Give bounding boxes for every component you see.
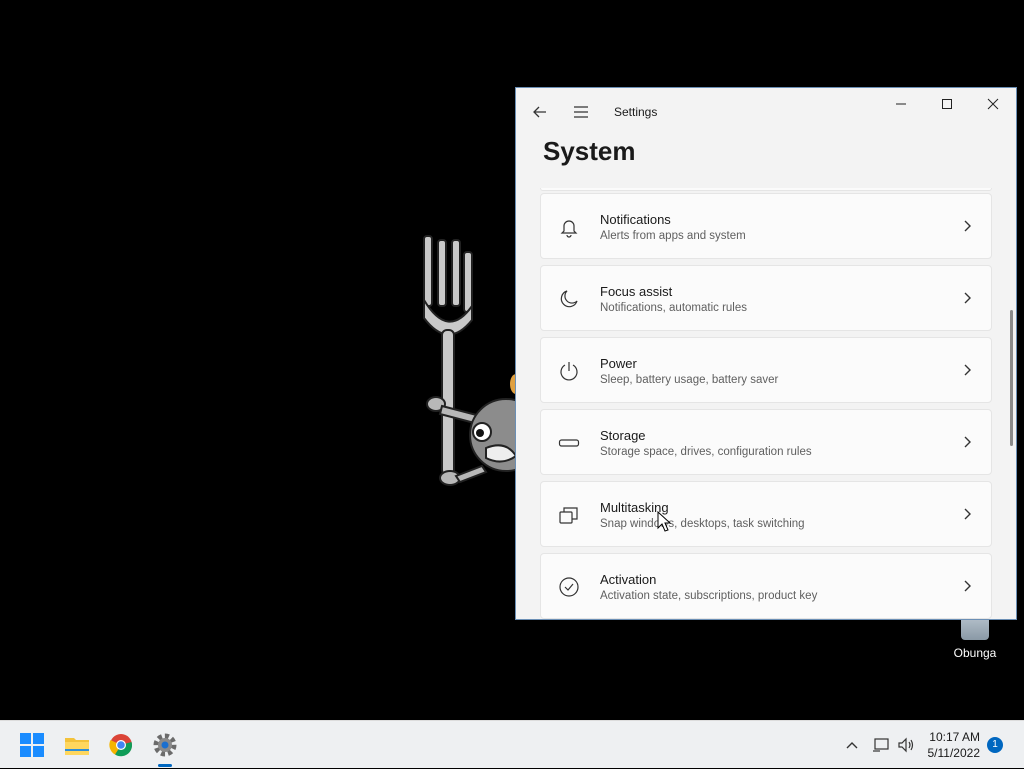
notification-badge[interactable]: 1 bbox=[987, 737, 1003, 753]
settings-item-multitasking[interactable]: Multitasking Snap windows, desktops, tas… bbox=[540, 481, 992, 547]
chevron-right-icon bbox=[964, 220, 971, 232]
chevron-right-icon bbox=[964, 436, 971, 448]
tray-overflow-button[interactable] bbox=[844, 721, 860, 769]
list-item-partial[interactable] bbox=[540, 188, 992, 191]
start-button[interactable] bbox=[16, 729, 48, 761]
settings-item-title: Focus assist bbox=[600, 284, 673, 299]
maximize-button[interactable] bbox=[924, 88, 970, 120]
start-icon bbox=[20, 733, 44, 757]
settings-item-description: Activation state, subscriptions, product… bbox=[600, 590, 818, 602]
taskbar-chrome[interactable] bbox=[105, 729, 137, 761]
hamburger-menu-icon[interactable] bbox=[571, 102, 591, 122]
storage-icon bbox=[558, 439, 580, 447]
settings-item-focus-assist[interactable]: Focus assist Notifications, automatic ru… bbox=[540, 265, 992, 331]
page-title: System bbox=[543, 136, 636, 166]
settings-list: Notifications Alerts from apps and syste… bbox=[540, 188, 992, 619]
settings-item-title: Power bbox=[600, 356, 637, 371]
settings-item-description: Sleep, battery usage, battery saver bbox=[600, 374, 779, 386]
settings-item-storage[interactable]: Storage Storage space, drives, configura… bbox=[540, 409, 992, 475]
settings-item-description: Alerts from apps and system bbox=[600, 230, 746, 242]
chevron-right-icon bbox=[964, 508, 971, 520]
taskbar-file-explorer[interactable] bbox=[61, 729, 93, 761]
network-button[interactable] bbox=[872, 721, 890, 769]
title-bar[interactable]: Settings bbox=[516, 88, 1016, 136]
multitasking-icon bbox=[559, 507, 578, 524]
file-explorer-icon bbox=[65, 738, 89, 755]
settings-item-description: Snap windows, desktops, task switching bbox=[600, 518, 805, 530]
settings-item-description: Notifications, automatic rules bbox=[600, 302, 748, 314]
minimize-icon bbox=[896, 103, 906, 105]
settings-window[interactable]: Settings System Notifications Alerts fro… bbox=[515, 87, 1017, 620]
settings-icon bbox=[153, 733, 177, 757]
chrome-icon bbox=[109, 734, 133, 757]
settings-item-notifications[interactable]: Notifications Alerts from apps and syste… bbox=[540, 193, 992, 259]
volume-button[interactable] bbox=[897, 721, 915, 769]
network-icon bbox=[873, 738, 889, 752]
clock-time: 10:17 AM bbox=[929, 730, 980, 744]
check-circle-icon bbox=[559, 577, 579, 597]
taskbar-settings[interactable] bbox=[149, 729, 181, 767]
bell-icon bbox=[560, 220, 578, 238]
taskbar-clock[interactable]: 10:17 AM 5/11/2022 bbox=[928, 729, 981, 761]
desktop-wallpaper-character bbox=[423, 235, 520, 486]
back-arrow-icon[interactable] bbox=[530, 102, 550, 122]
settings-item-description: Storage space, drives, configuration rul… bbox=[600, 446, 812, 458]
chevron-right-icon bbox=[964, 364, 971, 376]
settings-item-title: Activation bbox=[600, 572, 657, 587]
chevron-right-icon bbox=[964, 580, 971, 592]
desktop-icon-obunga[interactable]: Obunga bbox=[944, 616, 1006, 660]
clock-date: 5/11/2022 bbox=[927, 746, 981, 760]
power-icon bbox=[560, 362, 578, 381]
settings-item-title: Notifications bbox=[600, 212, 671, 227]
mouse-cursor-icon bbox=[657, 511, 671, 532]
chevron-right-icon bbox=[964, 292, 971, 304]
window-title: Settings bbox=[614, 105, 658, 119]
desktop-icon-label: Obunga bbox=[953, 646, 997, 660]
settings-item-activation[interactable]: Activation Activation state, subscriptio… bbox=[540, 553, 992, 619]
close-icon bbox=[987, 98, 999, 110]
minimize-button[interactable] bbox=[878, 88, 924, 120]
settings-item-power[interactable]: Power Sleep, battery usage, battery save… bbox=[540, 337, 992, 403]
chevron-up-icon bbox=[846, 742, 858, 749]
maximize-icon bbox=[942, 99, 952, 109]
settings-item-title: Storage bbox=[600, 428, 646, 443]
taskbar: 10:17 AM 5/11/2022 1 bbox=[0, 720, 1024, 768]
close-button[interactable] bbox=[970, 88, 1016, 120]
vertical-scrollbar[interactable] bbox=[1010, 310, 1013, 446]
volume-icon bbox=[898, 737, 914, 753]
moon-icon bbox=[560, 290, 578, 308]
